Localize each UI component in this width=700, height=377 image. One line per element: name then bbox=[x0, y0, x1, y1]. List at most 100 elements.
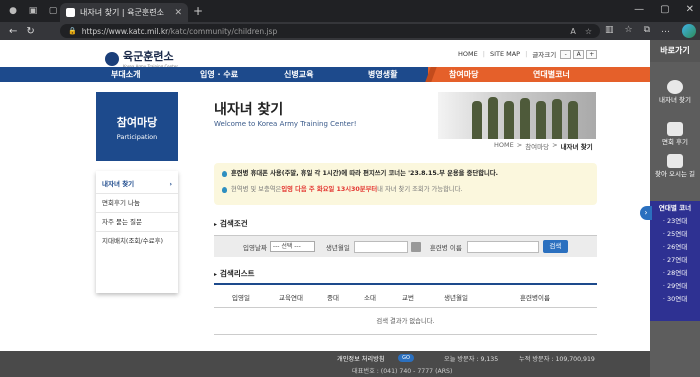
lightbulb-icon bbox=[222, 170, 227, 177]
regiment-link-28[interactable]: · 28연대 bbox=[650, 267, 700, 280]
regiment-corner: 연대별 코너 · 23연대 · 25연대 · 26연대 · 27연대 · 28연… bbox=[650, 201, 700, 321]
sitemap-link[interactable]: SITE MAP bbox=[490, 50, 520, 58]
nav-item-participation[interactable]: 참여마당 bbox=[449, 67, 478, 82]
panel-toggle-chevron-icon[interactable]: › bbox=[640, 206, 652, 220]
col-number: 교번 bbox=[402, 294, 414, 302]
go-button[interactable]: GO bbox=[398, 354, 414, 362]
font-increase-button[interactable]: + bbox=[586, 49, 598, 59]
birth-input[interactable] bbox=[353, 240, 408, 253]
logo-text: 육군훈련소 bbox=[123, 50, 174, 63]
window-close-icon[interactable]: ✕ bbox=[686, 4, 694, 15]
section-marker-icon: ▸ bbox=[214, 271, 218, 278]
browser-tab[interactable]: 내자녀 찾기 | 육군훈련소 ✕ bbox=[60, 3, 188, 22]
breadcrumb-sep: > bbox=[552, 141, 558, 149]
privacy-link[interactable]: 개인정보 처리방침 bbox=[337, 354, 385, 363]
quick-link-directions[interactable]: 찾아 오시는 길 bbox=[650, 154, 700, 178]
breadcrumb-home[interactable]: HOME bbox=[494, 141, 514, 151]
name-input[interactable] bbox=[466, 240, 539, 253]
calendar-icon[interactable] bbox=[410, 241, 421, 252]
sidebar-item-visit-review[interactable]: 면회후기 나눔 bbox=[96, 194, 178, 213]
home-link[interactable]: HOME bbox=[458, 50, 478, 58]
tab-title: 내자녀 찾기 | 육군훈련소 bbox=[80, 8, 164, 17]
workspaces-icon[interactable]: ▣ bbox=[26, 4, 40, 18]
minimize-icon[interactable]: — bbox=[634, 4, 644, 15]
nav-item-regiments[interactable]: 연대별코너 bbox=[533, 67, 570, 82]
favicon-icon bbox=[66, 8, 75, 17]
nav-item-about[interactable]: 부대소개 bbox=[111, 67, 140, 82]
copilot-icon[interactable] bbox=[682, 24, 696, 38]
date-label: 입영날짜 bbox=[243, 243, 267, 252]
address-bar-row: ← ↻ 🔒 https://www.katc.mil.kr /katc/comm… bbox=[0, 22, 700, 40]
url-path: /katc/community/children.jsp bbox=[168, 26, 278, 36]
split-screen-icon[interactable]: ▥ bbox=[605, 25, 614, 35]
results-table-header: 입영일 교육연대 중대 소대 교번 생년월일 훈련병이름 bbox=[214, 283, 597, 308]
search-form: 입영날짜 --- 선택 --- 생년월일 훈련병 이름 검색 bbox=[214, 235, 597, 257]
nav-item-training[interactable]: 신병교육 bbox=[284, 67, 313, 82]
site-logo[interactable]: 육군훈련소 Korea Army Training Center bbox=[105, 48, 178, 69]
regiment-link-27[interactable]: · 27연대 bbox=[650, 254, 700, 267]
quick-link-label: 찾아 오시는 길 bbox=[654, 170, 695, 178]
font-decrease-button[interactable]: - bbox=[560, 49, 572, 59]
favorites-icon[interactable]: ☆ bbox=[624, 25, 632, 35]
url-field[interactable]: 🔒 https://www.katc.mil.kr /katc/communit… bbox=[60, 24, 600, 38]
favorite-star-icon[interactable]: ☆ bbox=[585, 27, 592, 36]
quick-links-panel: 바로가기 내자녀 찾기 면회 후기 찾아 오시는 길 연대별 코너 · 23연대… bbox=[650, 40, 700, 377]
quick-link-find-child[interactable]: 내자녀 찾기 bbox=[650, 80, 700, 104]
sidebar-item-label: 자주 묻는 질문 bbox=[102, 218, 143, 226]
sidebar-menu: 내자녀 찾기 › 면회후기 나눔 자주 묻는 질문 지대배치(조회/수료후) bbox=[96, 171, 178, 293]
sidebar-item-find-child[interactable]: 내자녀 찾기 › bbox=[96, 175, 178, 194]
list-heading: ▸ 검색리스트 bbox=[214, 268, 255, 279]
profile-icon[interactable]: ● bbox=[6, 4, 20, 18]
notice-text-2b: 내 자녀 찾기 조회가 가능합니다. bbox=[377, 186, 463, 193]
person-icon bbox=[667, 80, 683, 94]
font-default-button[interactable]: A bbox=[573, 49, 585, 59]
soldiers-banner-image bbox=[438, 92, 596, 139]
new-tab-icon[interactable]: + bbox=[193, 4, 203, 18]
search-heading-text: 검색조건 bbox=[220, 219, 248, 228]
quick-link-visit-review[interactable]: 면회 후기 bbox=[650, 122, 700, 146]
col-company: 중대 bbox=[327, 294, 339, 302]
nav-item-barracks[interactable]: 병영생활 bbox=[368, 67, 397, 82]
breadcrumb-participation[interactable]: 참여마당 bbox=[525, 141, 549, 151]
breadcrumb-current: 내자녀 찾기 bbox=[560, 143, 593, 151]
regiment-link-23[interactable]: · 23연대 bbox=[650, 215, 700, 228]
page-title: 내자녀 찾기 bbox=[214, 102, 284, 118]
quick-link-label: 내자녀 찾기 bbox=[659, 96, 691, 104]
nav-item-enlist[interactable]: 입영 · 수료 bbox=[200, 67, 238, 82]
today-visitors: 오늘 방문자 : 9,135 bbox=[444, 356, 499, 363]
heart-icon bbox=[667, 122, 683, 136]
empty-result-row: 검색 결과가 없습니다. bbox=[214, 309, 597, 335]
sidebar-item-assignment[interactable]: 지대배치(조회/수료후) bbox=[96, 232, 178, 251]
more-icon[interactable]: … bbox=[661, 25, 670, 35]
regiment-link-25[interactable]: · 25연대 bbox=[650, 228, 700, 241]
sidebar-item-label: 면회후기 나눔 bbox=[102, 199, 140, 207]
search-button[interactable]: 검색 bbox=[542, 240, 568, 253]
collections-icon[interactable]: ⧉ bbox=[644, 25, 650, 35]
quick-link-label: 면회 후기 bbox=[662, 138, 688, 146]
date-select[interactable]: --- 선택 --- bbox=[269, 241, 315, 252]
close-tab-icon[interactable]: ✕ bbox=[174, 8, 182, 18]
col-birth: 생년월일 bbox=[444, 294, 468, 302]
maximize-icon[interactable]: ▢ bbox=[660, 4, 669, 15]
sidebar-item-label: 지대배치(조회/수료후) bbox=[102, 237, 164, 245]
regiment-link-30[interactable]: · 30연대 bbox=[650, 293, 700, 306]
emblem-icon bbox=[105, 51, 119, 66]
breadcrumb-sep: > bbox=[516, 141, 523, 149]
name-label: 훈련병 이름 bbox=[429, 243, 462, 252]
birth-label: 생년월일 bbox=[325, 243, 350, 252]
sidebar-header: 참여마당 Participation bbox=[96, 92, 178, 161]
read-aloud-icon[interactable]: A bbox=[570, 27, 575, 36]
col-platoon: 소대 bbox=[364, 294, 376, 302]
refresh-icon[interactable]: ↻ bbox=[26, 26, 34, 37]
tab-actions-icon[interactable]: ▢ bbox=[46, 4, 60, 18]
lock-icon: 🔒 bbox=[68, 27, 77, 35]
total-visitors: 누적 방문자 : 109,700,919 bbox=[519, 356, 595, 363]
regiment-corner-title: 연대별 코너 bbox=[658, 204, 692, 212]
page-subtitle: Welcome to Korea Army Training Center! bbox=[214, 120, 357, 128]
back-icon[interactable]: ← bbox=[9, 26, 17, 37]
chevron-right-icon: › bbox=[169, 180, 172, 188]
regiment-link-29[interactable]: · 29연대 bbox=[650, 280, 700, 293]
notice-text-2-highlight: 입영 다음 주 화요일 13시30분부터 bbox=[281, 186, 378, 193]
regiment-link-26[interactable]: · 26연대 bbox=[650, 241, 700, 254]
sidebar-item-faq[interactable]: 자주 묻는 질문 bbox=[96, 213, 178, 232]
